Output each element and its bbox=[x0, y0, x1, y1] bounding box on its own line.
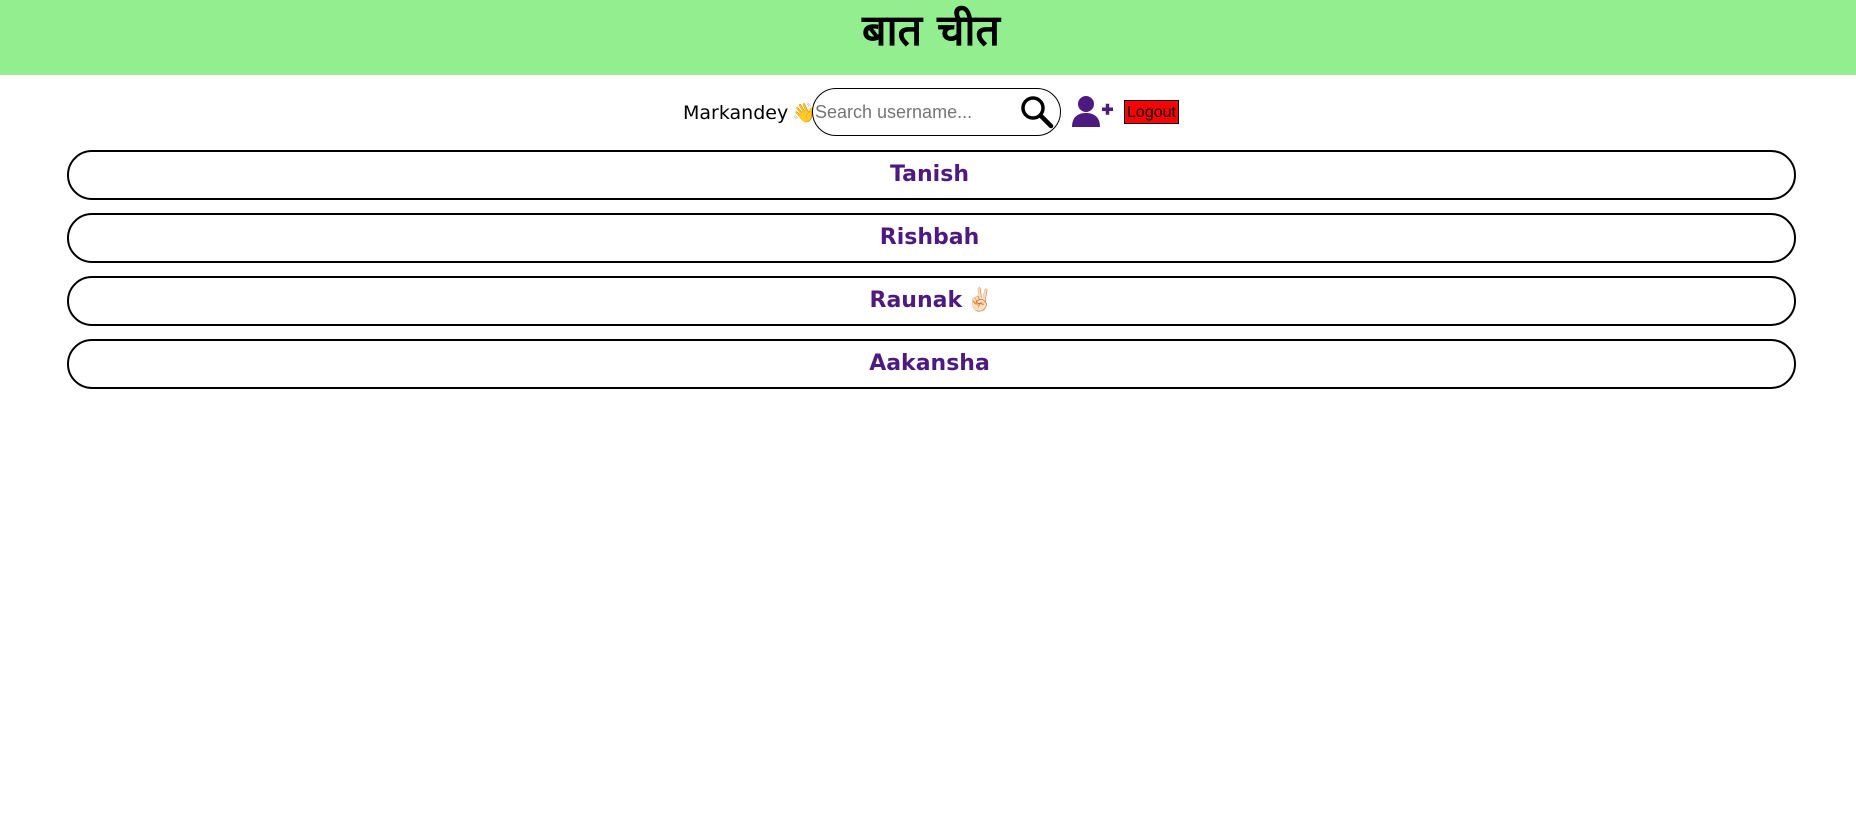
contact-item[interactable]: Rishbah bbox=[67, 213, 1796, 263]
victory-hand-emoji: ✌🏻 bbox=[966, 288, 994, 313]
contact-name: Aakansha bbox=[869, 351, 990, 376]
app-header: बात चीत bbox=[0, 0, 1856, 75]
toolbar: Markandey👋 Logout bbox=[0, 87, 1856, 139]
contact-name: Raunak bbox=[869, 288, 963, 313]
contact-item[interactable]: Tanish bbox=[67, 150, 1796, 200]
contact-name: Tanish bbox=[890, 162, 969, 187]
logout-button[interactable]: Logout bbox=[1124, 100, 1179, 124]
user-greeting: Markandey 👋 bbox=[683, 100, 816, 126]
current-username: Markandey bbox=[683, 102, 789, 124]
contact-item[interactable]: Aakansha bbox=[67, 339, 1796, 389]
app-title: बात चीत bbox=[861, 6, 1001, 56]
add-user-icon[interactable] bbox=[1072, 95, 1114, 129]
contact-item[interactable]: Raunak ✌🏻 bbox=[67, 276, 1796, 326]
search-input[interactable] bbox=[815, 98, 1005, 126]
search-icon[interactable] bbox=[1019, 94, 1055, 130]
contact-list: Tanish Rishbah Raunak ✌🏻 Aakansha bbox=[67, 150, 1796, 402]
search-box bbox=[812, 88, 1061, 136]
contact-name: Rishbah bbox=[879, 225, 980, 250]
